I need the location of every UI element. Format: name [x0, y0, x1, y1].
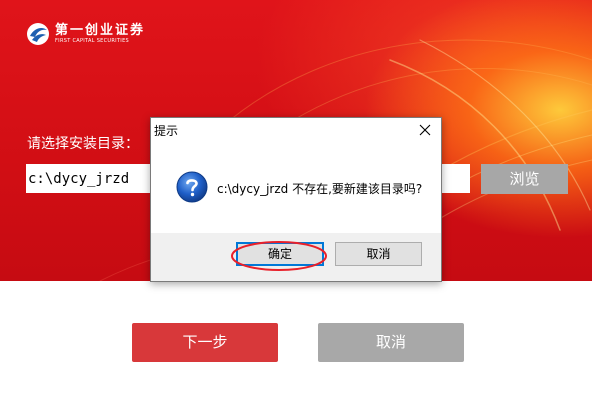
brand-logo-icon [27, 23, 49, 45]
dialog-footer: 确定 取消 [151, 233, 441, 281]
installer-window: 第一创业证券 FIRST CAPITAL SECURITIES 请选择安装目录：… [0, 0, 592, 403]
install-dir-label: 请选择安装目录： [27, 136, 139, 152]
dialog-cancel-button[interactable]: 取消 [335, 242, 422, 266]
brand-name-en: FIRST CAPITAL SECURITIES [55, 37, 129, 44]
close-icon[interactable] [417, 122, 433, 138]
question-icon [176, 171, 208, 203]
brand-name: 第一创业证券 FIRST CAPITAL SECURITIES [55, 22, 146, 45]
browse-button[interactable]: 浏览 [481, 164, 568, 194]
dialog-title: 提示 [154, 124, 179, 138]
dialog-body: c:\dycy_jrzd 不存在,要新建该目录吗? [151, 143, 441, 233]
confirm-dialog: 提示 c:\dycy_jrzd 不存在,要新建该目录吗? 确定 取消 [150, 117, 442, 282]
ok-button[interactable]: 确定 [236, 242, 324, 266]
cancel-button[interactable]: 取消 [318, 323, 464, 362]
brand-name-cn: 第一创业证券 [55, 22, 146, 38]
next-step-button[interactable]: 下一步 [132, 323, 278, 362]
dialog-message: c:\dycy_jrzd 不存在,要新建该目录吗? [217, 182, 423, 196]
brand-logo: 第一创业证券 FIRST CAPITAL SECURITIES [26, 22, 145, 46]
